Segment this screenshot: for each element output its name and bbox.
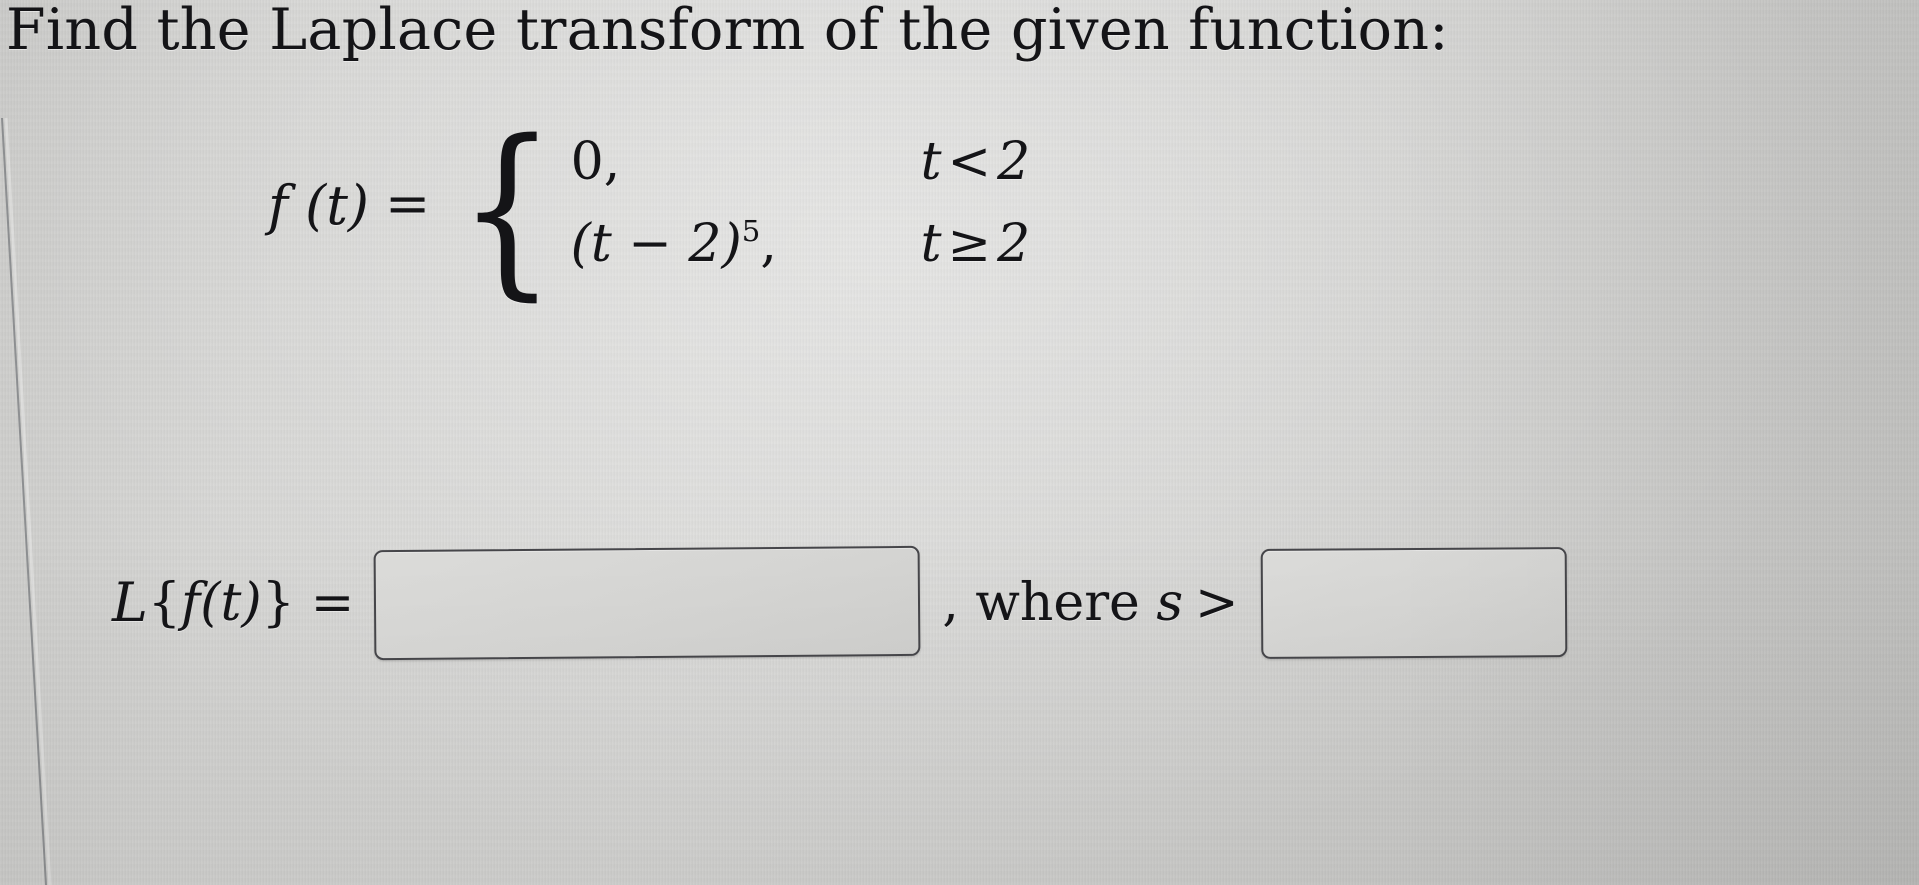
case-value: (t − 2)5, bbox=[571, 214, 921, 274]
case-value-expression: 0 bbox=[570, 132, 604, 192]
laplace-brace-close: } bbox=[261, 573, 295, 633]
piecewise-case-row: (t − 2)5, t ≥2 bbox=[571, 214, 1031, 274]
where-relation-sign: > bbox=[1195, 573, 1239, 633]
case-value-exponent: 5 bbox=[741, 213, 761, 248]
case-value-comma: , bbox=[760, 214, 777, 274]
answer-equals-sign: = bbox=[310, 573, 355, 633]
answer-line: L {f(t)} = , where s > bbox=[112, 545, 1567, 661]
laplace-argument-variable: (t) bbox=[200, 573, 262, 633]
where-variable: s bbox=[1156, 573, 1184, 633]
laplace-brace-open: { bbox=[147, 573, 181, 633]
case-condition-bound: 2 bbox=[997, 214, 1031, 274]
case-condition-variable: t bbox=[920, 214, 942, 274]
function-equals-sign: = bbox=[385, 171, 431, 235]
laplace-operator-symbol: L bbox=[112, 570, 148, 634]
answer-input-domain-bound[interactable] bbox=[1260, 547, 1567, 659]
where-clause-text: , where s > bbox=[942, 573, 1248, 633]
problem-content: Find the Laplace transform of the given … bbox=[0, 0, 1919, 885]
answer-separator-comma: , bbox=[942, 573, 976, 633]
piecewise-case-rows: 0, t <2 (t − 2)5, t ≥2 bbox=[571, 132, 1031, 274]
case-condition-variable: t bbox=[920, 132, 942, 192]
case-value: 0, bbox=[571, 132, 921, 192]
case-value-comma: , bbox=[603, 132, 621, 192]
where-label: where bbox=[975, 573, 1140, 633]
function-lhs: f (t) bbox=[268, 173, 369, 237]
piecewise-function-definition: f (t) = { 0, t <2 (t − 2)5, t ≥2 bbox=[268, 100, 1031, 317]
case-condition: t ≥2 bbox=[921, 214, 1031, 274]
piecewise-case-row: 0, t <2 bbox=[571, 132, 1031, 192]
case-condition-relation: ≥ bbox=[947, 214, 992, 274]
answer-input-transform[interactable] bbox=[373, 545, 921, 661]
case-condition-relation: < bbox=[947, 132, 992, 192]
laplace-argument: {f(t)} bbox=[148, 573, 295, 633]
case-condition: t <2 bbox=[921, 132, 1031, 192]
case-value-expression: (t − 2) bbox=[570, 214, 742, 274]
problem-prompt: Find the Laplace transform of the given … bbox=[6, 0, 1449, 63]
case-condition-bound: 2 bbox=[997, 132, 1031, 192]
laplace-argument-function: f bbox=[180, 573, 201, 633]
